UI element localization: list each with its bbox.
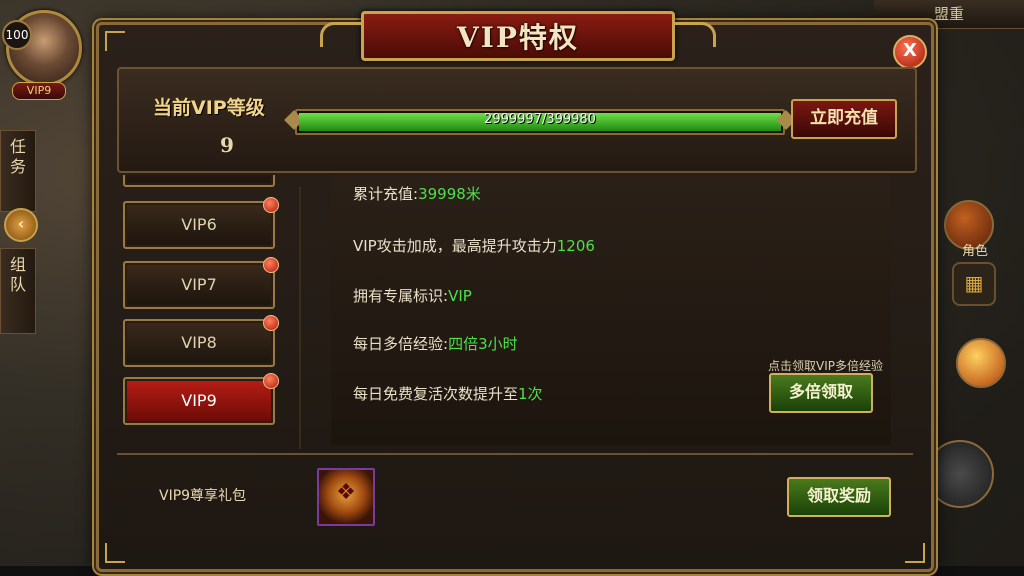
detail-value: 1206 [556, 237, 595, 255]
vip-list-label: VIP9 [181, 391, 217, 410]
list-divider [299, 187, 301, 449]
recharge-button[interactable]: 立即充值 [791, 99, 897, 139]
vip-privilege-dialog: VIP特权 X 当前VIP等级 9 2999997/399980 立即充值 VI… [96, 11, 934, 572]
vip-level-list[interactable]: VIP6 VIP7 VIP8 VIP9 [117, 175, 287, 447]
corner-ornament [105, 543, 125, 563]
detail-total-recharge: 累计充值:39998米 [353, 183, 481, 204]
notification-dot-icon [263, 315, 279, 331]
notification-dot-icon [263, 197, 279, 213]
vip-list-item-vip7[interactable]: VIP7 [123, 257, 279, 309]
attack-icon[interactable] [926, 440, 994, 508]
corner-ornament [905, 543, 925, 563]
player-level-badge: 100 [2, 20, 32, 50]
detail-exclusive-badge: 拥有专属标识:VIP [353, 285, 472, 306]
detail-value: 39998米 [418, 185, 481, 203]
gift-pack-icon[interactable]: ❖ [317, 468, 375, 526]
right-hud: 盟重 角色 ▦ [874, 0, 1024, 576]
current-vip-level-label: 当前VIP等级 [153, 97, 265, 119]
skill-icon[interactable] [956, 338, 1006, 388]
notification-dot-icon [263, 373, 279, 389]
vip-list-label: VIP6 [181, 215, 217, 234]
detail-label: 拥有专属标识: [353, 287, 449, 305]
vip-list-label: VIP8 [181, 333, 217, 352]
current-vip-level-value: 9 [220, 133, 234, 157]
section-divider [117, 453, 913, 455]
character-icon-label: 角色 [961, 244, 988, 259]
corner-ornament [105, 31, 125, 51]
notification-dot-icon [263, 257, 279, 273]
close-button[interactable]: X [893, 35, 927, 69]
multi-exp-hint: 点击领取VIP多倍经验 [768, 359, 883, 373]
claim-reward-button[interactable]: 领取奖励 [787, 477, 891, 517]
title-plate: VIP特权 [320, 11, 716, 61]
detail-label: VIP攻击加成，最高提升攻击力 [353, 237, 557, 255]
detail-value: VIP [448, 287, 472, 305]
multi-exp-claim-button[interactable]: 多倍领取 [769, 373, 873, 413]
side-tab-quest-label: 任务 [9, 137, 26, 176]
collapse-arrow-icon[interactable]: ‹ [4, 208, 38, 242]
detail-attack-bonus: VIP攻击加成，最高提升攻击力1206 [353, 235, 595, 256]
player-vip-badge: VIP9 [12, 82, 66, 100]
vip-list-label: VIP7 [181, 275, 217, 294]
vip-list-item-vip6[interactable]: VIP6 [123, 197, 279, 249]
dialog-title: VIP特权 [457, 21, 579, 54]
detail-daily-exp: 每日多倍经验:四倍3小时 [353, 333, 518, 354]
vip-level-panel: 当前VIP等级 9 2999997/399980 立即充值 [117, 67, 917, 173]
vip-progress-text: 2999997/399980 [484, 112, 596, 127]
detail-value: 四倍3小时 [448, 335, 518, 353]
left-hud: 100 VIP9 任务 ‹ 组队 [0, 0, 96, 576]
detail-label: 每日多倍经验: [353, 335, 449, 353]
side-tab-team[interactable]: 组队 [0, 248, 36, 334]
vip-list-item-vip9[interactable]: VIP9 [123, 373, 279, 425]
menu-grid-icon[interactable]: ▦ [952, 262, 996, 306]
gift-glyph-icon: ❖ [336, 480, 356, 505]
detail-value: 1次 [518, 385, 543, 403]
side-tab-quest[interactable]: 任务 [0, 130, 36, 212]
vip-progress-bar: 2999997/399980 [295, 109, 785, 135]
detail-free-revive: 每日免费复活次数提升至1次 [353, 383, 543, 404]
side-tab-team-label: 组队 [9, 255, 26, 294]
detail-label: 每日免费复活次数提升至 [353, 385, 519, 403]
vip-list-item-partial[interactable] [123, 175, 275, 187]
vip-list-item-vip8[interactable]: VIP8 [123, 315, 279, 367]
detail-label: 累计充值: [353, 185, 419, 203]
vip-gift-label: VIP9尊享礼包 [159, 488, 247, 504]
